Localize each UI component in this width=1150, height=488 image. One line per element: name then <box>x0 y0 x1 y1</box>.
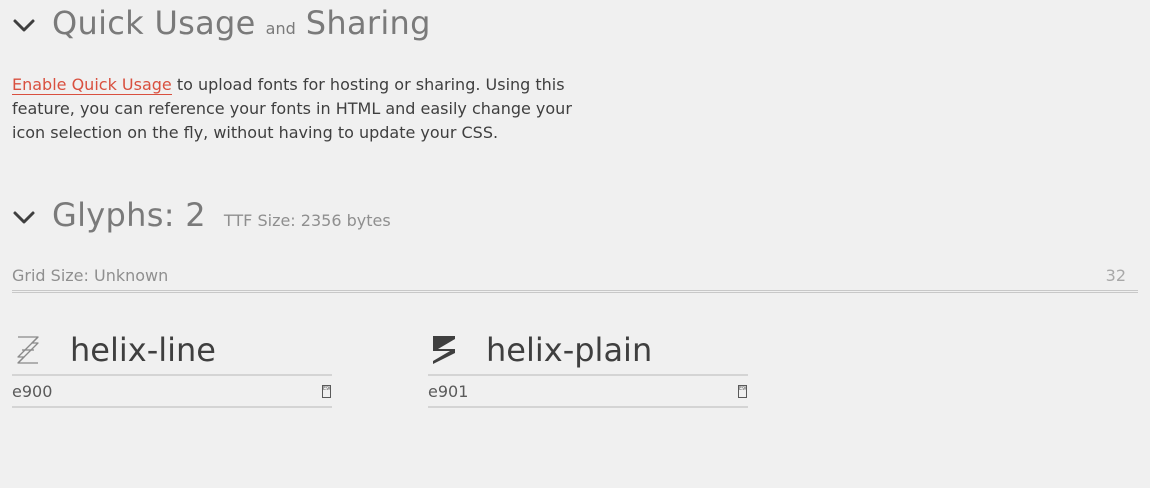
grid-size-value[interactable]: 32 <box>1106 266 1126 285</box>
glyph-name[interactable]: helix-line <box>70 331 216 369</box>
chevron-down-icon[interactable] <box>12 208 36 228</box>
glyph-code[interactable]: e901 <box>428 382 468 401</box>
quick-usage-description: Enable Quick Usage to upload fonts for h… <box>12 73 592 145</box>
quick-usage-header[interactable]: Quick Usage and Sharing <box>12 4 431 42</box>
glyph-code-row: e901 E901 <box>428 376 748 408</box>
quick-usage-title-part2: Sharing <box>305 4 431 42</box>
glyph-header: helix-line <box>12 326 332 376</box>
grid-size-label: Grid Size: Unknown <box>12 266 169 285</box>
helix-plain-icon[interactable] <box>428 334 460 366</box>
grid-size-row: Grid Size: Unknown 32 <box>12 266 1138 293</box>
chevron-down-icon[interactable] <box>12 16 36 36</box>
helix-line-icon[interactable] <box>12 334 44 366</box>
quick-usage-title-connector: and <box>265 19 296 38</box>
unicode-box-icon: E901 <box>738 384 747 398</box>
unicode-box-icon: E900 <box>322 384 331 398</box>
ttf-size: TTF Size: 2356 bytes <box>223 211 391 230</box>
enable-quick-usage-link[interactable]: Enable Quick Usage <box>12 75 172 95</box>
glyph-card[interactable]: helix-line e900 E900 <box>12 326 332 408</box>
glyph-name[interactable]: helix-plain <box>486 331 652 369</box>
glyph-card[interactable]: helix-plain e901 E901 <box>428 326 748 408</box>
page: Quick Usage and Sharing Enable Quick Usa… <box>0 0 1150 488</box>
glyph-code-row: e900 E900 <box>12 376 332 408</box>
glyph-header: helix-plain <box>428 326 748 376</box>
glyphs-header[interactable]: Glyphs: 2 TTF Size: 2356 bytes <box>12 196 391 234</box>
glyphs-title: Glyphs: 2 <box>52 196 206 234</box>
quick-usage-title-part1: Quick Usage <box>52 4 256 42</box>
glyph-code[interactable]: e900 <box>12 382 52 401</box>
